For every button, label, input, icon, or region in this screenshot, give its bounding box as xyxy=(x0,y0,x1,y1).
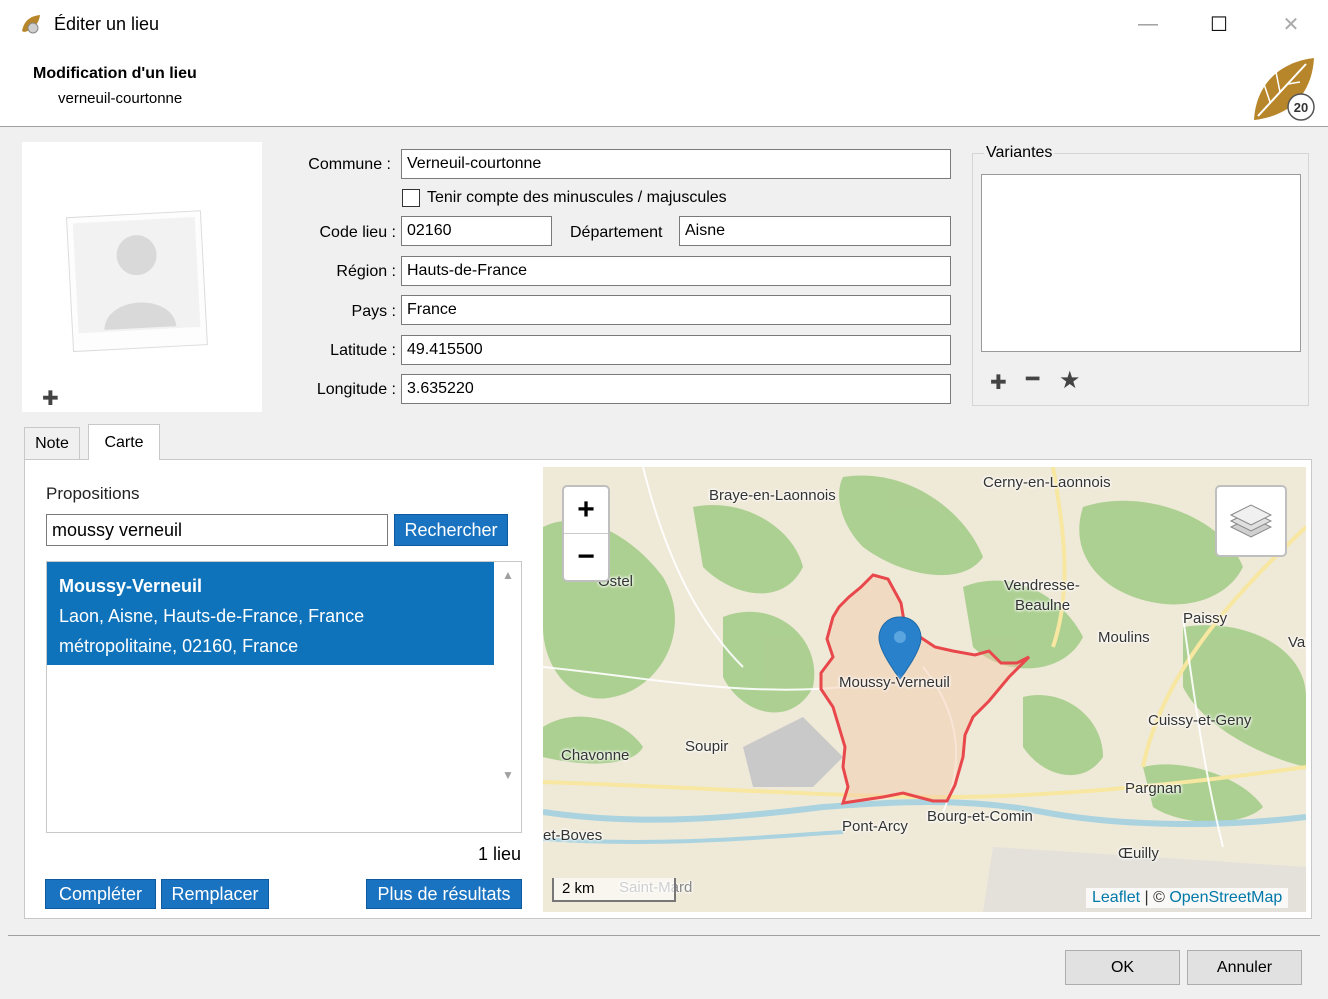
place-label: Va: xyxy=(1288,634,1306,651)
place-label: Moussy-Verneuil xyxy=(839,674,950,691)
result-title: Moussy-Verneuil xyxy=(59,576,203,596)
header-title: Modification d'un lieu xyxy=(33,65,197,82)
ok-button[interactable]: OK xyxy=(1065,950,1180,985)
region-input[interactable]: Hauts-de-France xyxy=(401,256,951,286)
remove-variante-icon[interactable]: ━ xyxy=(1026,366,1039,392)
place-label: Beaulne xyxy=(1015,597,1071,614)
place-label: Œuilly xyxy=(1118,845,1159,862)
place-label: Moulins xyxy=(1098,629,1150,646)
result-count: 1 lieu xyxy=(478,844,522,864)
latitude-label: Latitude : xyxy=(330,342,396,359)
pays-label: Pays : xyxy=(351,303,396,320)
zoom-out-button[interactable]: − xyxy=(564,534,608,580)
osm-link[interactable]: OpenStreetMap xyxy=(1169,889,1282,906)
layers-icon xyxy=(1229,504,1273,538)
place-label: Chavonne xyxy=(561,747,630,764)
zoom-control: + − xyxy=(562,485,610,582)
complete-button[interactable]: Compléter xyxy=(45,879,156,909)
code-lieu-input[interactable]: 02160 xyxy=(401,216,552,246)
star-variante-icon[interactable]: ★ xyxy=(1059,366,1081,395)
longitude-label: Longitude : xyxy=(316,381,396,398)
add-variante-icon[interactable]: ✚ xyxy=(990,370,1007,395)
search-button[interactable]: Rechercher xyxy=(394,514,508,546)
region-label: Région : xyxy=(336,263,396,280)
result-item[interactable]: Moussy-Verneuil Laon, Aisne, Hauts-de-Fr… xyxy=(47,562,494,665)
cancel-button[interactable]: Annuler xyxy=(1187,950,1302,985)
place-label: Pont-Arcy xyxy=(842,818,908,835)
close-button[interactable]: ✕ xyxy=(1269,6,1313,42)
maximize-button[interactable]: ☐ xyxy=(1197,6,1241,42)
map-view[interactable]: Braye-en-Laonnois Cerny-en-Laonnois Oste… xyxy=(543,467,1306,912)
leaflet-link[interactable]: Leaflet xyxy=(1092,889,1140,906)
logo-icon: 20 xyxy=(1254,58,1315,121)
attribution-separator: | © xyxy=(1140,889,1170,906)
result-line1: Laon, Aisne, Hauts-de-France, France xyxy=(59,606,365,626)
scroll-down-icon[interactable]: ▼ xyxy=(502,768,514,782)
variantes-list[interactable] xyxy=(981,174,1301,352)
window-title: Éditer un lieu xyxy=(54,14,160,34)
photo-panel[interactable] xyxy=(22,142,262,412)
case-sensitive-label: Tenir compte des minuscules / majuscules xyxy=(427,189,727,206)
variantes-label: Variantes xyxy=(984,144,1055,162)
tab-note[interactable]: Note xyxy=(24,427,80,459)
place-label: Vendresse- xyxy=(1004,577,1080,594)
search-input[interactable]: moussy verneuil xyxy=(46,514,388,546)
replace-button[interactable]: Remplacer xyxy=(161,879,269,909)
result-line2: métropolitaine, 02160, France xyxy=(59,636,299,656)
place-label: Pargnan xyxy=(1125,780,1182,797)
commune-label: Commune : xyxy=(308,156,391,173)
place-label: Bourg-et-Comin xyxy=(927,808,1033,825)
add-photo-icon[interactable]: ✚ xyxy=(42,386,59,411)
place-label: Braye-en-Laonnois xyxy=(709,487,836,504)
place-label: Soupir xyxy=(685,738,729,755)
longitude-input[interactable]: 3.635220 xyxy=(401,374,951,404)
pays-input[interactable]: France xyxy=(401,295,951,325)
person-placeholder-icon xyxy=(66,210,208,353)
place-label: Cuissy-et-Geny xyxy=(1148,712,1252,729)
map-attribution: Leaflet | © OpenStreetMap xyxy=(1086,888,1289,908)
latitude-input[interactable]: 49.415500 xyxy=(401,335,951,365)
minimize-button[interactable]: — xyxy=(1126,6,1170,42)
footer-separator xyxy=(8,935,1320,936)
propositions-label: Propositions xyxy=(46,484,140,503)
departement-label: Département xyxy=(570,224,663,241)
place-label: Cerny-en-Laonnois xyxy=(983,474,1111,491)
layers-button[interactable] xyxy=(1215,485,1287,557)
logo-text: 20 xyxy=(1294,100,1308,115)
place-label: et-Boves xyxy=(543,827,603,844)
departement-input[interactable]: Aisne xyxy=(679,216,951,246)
code-lieu-label: Code lieu : xyxy=(319,224,397,241)
dialog-header: Modification d'un lieu verneuil-courtonn… xyxy=(0,50,1328,127)
header-subtitle: verneuil-courtonne xyxy=(58,90,183,107)
more-results-button[interactable]: Plus de résultats xyxy=(366,879,522,909)
zoom-in-button[interactable]: + xyxy=(564,487,608,534)
place-label: Paissy xyxy=(1183,610,1228,627)
app-icon xyxy=(22,15,40,34)
map-scale: 2 km xyxy=(552,878,676,902)
commune-input[interactable]: Verneuil-courtonne xyxy=(401,149,951,179)
scroll-up-icon[interactable]: ▲ xyxy=(502,568,514,582)
tab-carte[interactable]: Carte xyxy=(88,424,160,460)
case-sensitive-checkbox[interactable] xyxy=(402,189,420,207)
